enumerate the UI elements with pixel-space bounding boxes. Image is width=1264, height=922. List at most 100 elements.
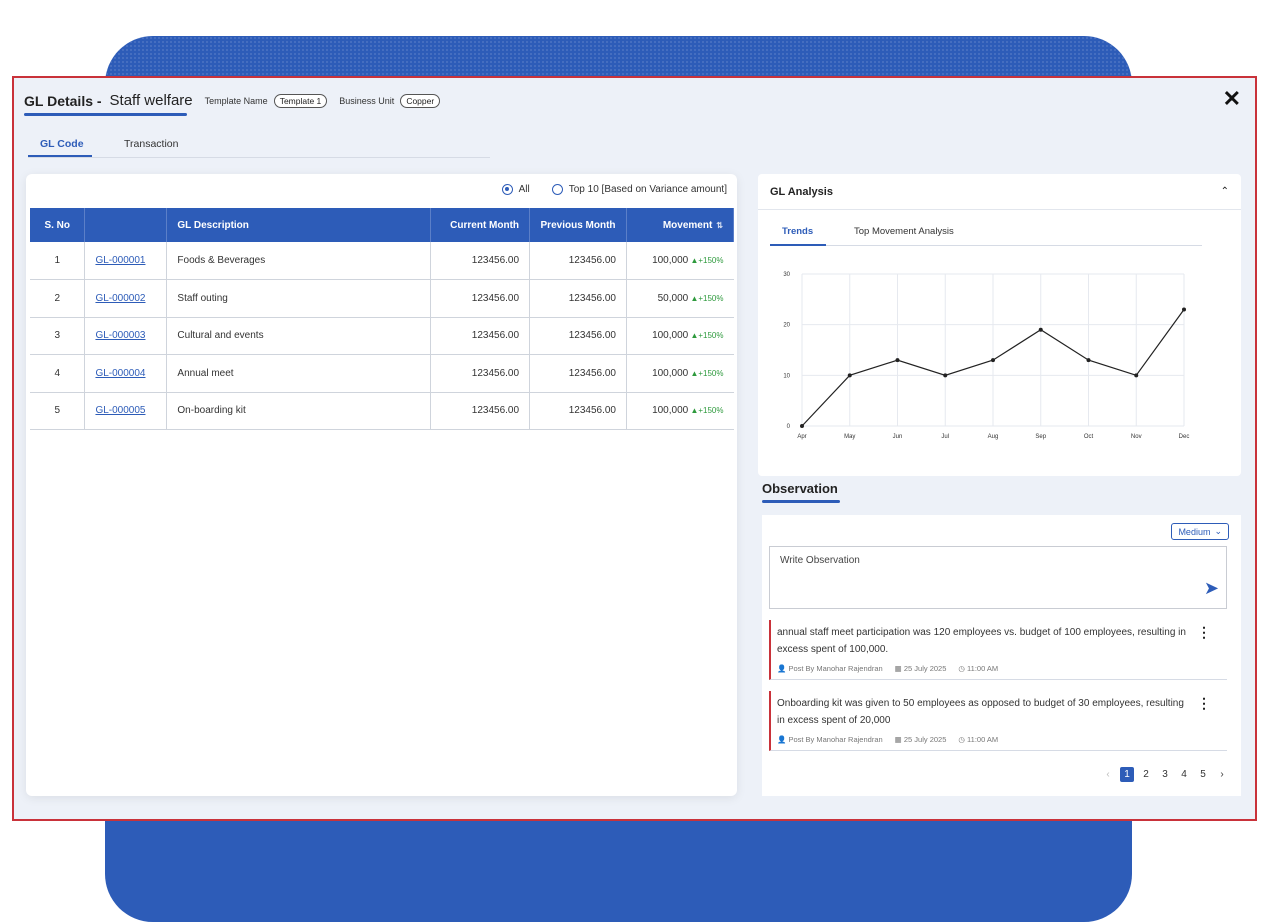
author-meta: 👤 Post By Manohar Rajendran bbox=[777, 735, 883, 744]
page-1[interactable]: 1 bbox=[1120, 767, 1134, 782]
cell-previous-month: 123456.00 bbox=[529, 392, 627, 430]
cell-movement: 100,000 ▲+150% bbox=[626, 392, 734, 430]
page-4[interactable]: 4 bbox=[1177, 769, 1191, 780]
movement-value: 100,000 bbox=[652, 405, 689, 417]
gl-code-link-text[interactable]: GL-000002 bbox=[95, 293, 145, 304]
modal-title: GL Details - bbox=[24, 92, 102, 109]
observation-input[interactable]: Write Observation bbox=[769, 546, 1227, 609]
gl-code-link-text[interactable]: GL-000005 bbox=[95, 405, 145, 416]
calendar-icon: ▦ bbox=[894, 664, 902, 673]
col-previous-month: Previous Month bbox=[529, 208, 627, 242]
x-tick-label: Apr bbox=[797, 434, 806, 440]
priority-dropdown[interactable]: Medium ⌄ bbox=[1171, 523, 1229, 540]
gl-code-link[interactable]: GL-000005 bbox=[84, 392, 167, 430]
author-meta: 👤 Post By Manohar Rajendran bbox=[777, 664, 883, 673]
gl-code-link[interactable]: GL-000001 bbox=[84, 242, 167, 280]
movement-value: 50,000 bbox=[657, 292, 689, 304]
page-2[interactable]: 2 bbox=[1139, 769, 1153, 780]
table-row: 5 GL-000005 On-boarding kit 123456.00 123456… bbox=[30, 392, 734, 430]
template-name-label: Template Name bbox=[204, 95, 268, 106]
cell-movement: 100,000 ▲+150% bbox=[626, 242, 734, 280]
calendar-icon: ▦ bbox=[894, 735, 902, 744]
title-underline bbox=[24, 113, 187, 116]
gl-analysis-header[interactable]: GL Analysis ⌃ bbox=[758, 174, 1241, 210]
gl-code-link-text[interactable]: GL-000003 bbox=[95, 330, 145, 341]
radio-all[interactable] bbox=[501, 184, 513, 195]
tab-gl-code[interactable]: GL Code bbox=[40, 138, 84, 150]
cell-previous-month: 123456.00 bbox=[529, 242, 627, 280]
x-tick-label: Sep bbox=[1035, 434, 1046, 440]
arrow-up-icon: ▲ bbox=[688, 331, 699, 341]
gl-details-modal: GL Details - Staff welfare Template Name… bbox=[12, 76, 1257, 821]
movement-header-label: Movement bbox=[662, 219, 713, 231]
clock-icon: ◷ bbox=[958, 735, 965, 744]
observation-placeholder: Write Observation bbox=[780, 555, 860, 566]
gl-table: S. No GL Description Current Month Previ… bbox=[30, 208, 734, 430]
time-meta: ◷ 11:00 AM bbox=[958, 735, 998, 744]
gl-analysis-title: GL Analysis bbox=[770, 185, 833, 198]
tab-transaction[interactable]: Transaction bbox=[124, 138, 178, 150]
close-icon[interactable]: ✕ bbox=[1223, 86, 1241, 112]
table-row: 1 GL-000001 Foods & Beverages 123456.00 1234… bbox=[30, 242, 734, 280]
movement-percent: +150% bbox=[698, 331, 724, 341]
col-code bbox=[84, 208, 168, 242]
observation-author: Post By Manohar Rajendran bbox=[788, 735, 883, 744]
trend-point bbox=[800, 424, 804, 428]
cell-sno: 1 bbox=[30, 242, 85, 280]
pager-next-icon[interactable]: › bbox=[1215, 769, 1229, 780]
col-movement[interactable]: Movement ⇅ bbox=[626, 208, 734, 242]
cell-current-month: 123456.00 bbox=[430, 279, 530, 318]
page-5[interactable]: 5 bbox=[1196, 769, 1210, 780]
trend-point bbox=[1038, 327, 1043, 332]
sort-icon[interactable]: ⇅ bbox=[716, 221, 723, 230]
modal-subtitle: Staff welfare bbox=[109, 92, 193, 109]
cell-description: Staff outing bbox=[166, 279, 431, 318]
cell-previous-month: 123456.00 bbox=[529, 317, 627, 355]
gl-code-panel: All Top 10 [Based on Variance amount] S.… bbox=[26, 174, 737, 796]
gl-code-link[interactable]: GL-000004 bbox=[84, 354, 167, 393]
cell-current-month: 123456.00 bbox=[430, 242, 530, 280]
observation-time: 11:00 AM bbox=[967, 664, 999, 673]
gl-code-link[interactable]: GL-000003 bbox=[84, 317, 167, 355]
cell-current-month: 123456.00 bbox=[430, 392, 530, 430]
page-3[interactable]: 3 bbox=[1158, 769, 1172, 780]
kebab-menu-icon[interactable]: ⋮ bbox=[1197, 624, 1211, 641]
date-meta: ▦ 25 July 2025 bbox=[895, 735, 947, 744]
radio-top10[interactable] bbox=[551, 184, 563, 195]
gl-code-link-text[interactable]: GL-000004 bbox=[95, 368, 145, 379]
chevron-down-icon: ⌄ bbox=[1214, 526, 1222, 536]
observation-date: 25 July 2025 bbox=[903, 664, 947, 673]
arrow-up-icon: ▲ bbox=[688, 406, 699, 416]
filter-radios: All Top 10 [Based on Variance amount] bbox=[501, 184, 727, 195]
send-icon[interactable]: ➤ bbox=[1204, 578, 1219, 599]
gl-code-link-text[interactable]: GL-000001 bbox=[95, 255, 145, 266]
movement-value: 100,000 bbox=[652, 255, 689, 266]
chevron-up-icon[interactable]: ⌃ bbox=[1221, 186, 1229, 197]
y-tick-label: 20 bbox=[783, 323, 790, 329]
priority-value: Medium bbox=[1178, 526, 1211, 537]
radio-top10-label: Top 10 [Based on Variance amount] bbox=[568, 184, 727, 195]
trend-line-chart: 0 10 20 30 Apr May Jun Jul Aug Sep Oct Nov Dec bbox=[783, 272, 1190, 440]
gl-code-link[interactable]: GL-000002 bbox=[84, 279, 167, 318]
clock-icon: ◷ bbox=[958, 664, 965, 673]
x-tick-label: Dec bbox=[1179, 434, 1190, 440]
movement-value: 100,000 bbox=[652, 330, 689, 342]
trend-point bbox=[1134, 373, 1139, 378]
cell-sno: 2 bbox=[30, 279, 85, 318]
col-description: GL Description bbox=[166, 208, 432, 242]
trend-point bbox=[847, 373, 852, 378]
kebab-menu-icon[interactable]: ⋮ bbox=[1197, 695, 1211, 712]
main-tabs: GL Code Transaction bbox=[28, 136, 490, 158]
trend-point bbox=[1086, 358, 1091, 363]
pager-prev-icon[interactable]: ‹ bbox=[1101, 769, 1115, 780]
x-tick-label: May bbox=[844, 434, 855, 440]
movement-value: 100,000 bbox=[652, 367, 689, 379]
trend-point bbox=[1182, 307, 1186, 312]
observation-time: 11:00 AM bbox=[967, 735, 999, 744]
tab-trends[interactable]: Trends bbox=[782, 226, 813, 237]
tab-top-movement[interactable]: Top Movement Analysis bbox=[854, 226, 954, 237]
x-tick-label: Nov bbox=[1131, 434, 1142, 440]
active-tab-indicator bbox=[28, 155, 92, 157]
analysis-tab-indicator bbox=[770, 244, 826, 246]
observation-meta: 👤 Post By Manohar Rajendran ▦ 25 July 20… bbox=[777, 664, 1187, 673]
